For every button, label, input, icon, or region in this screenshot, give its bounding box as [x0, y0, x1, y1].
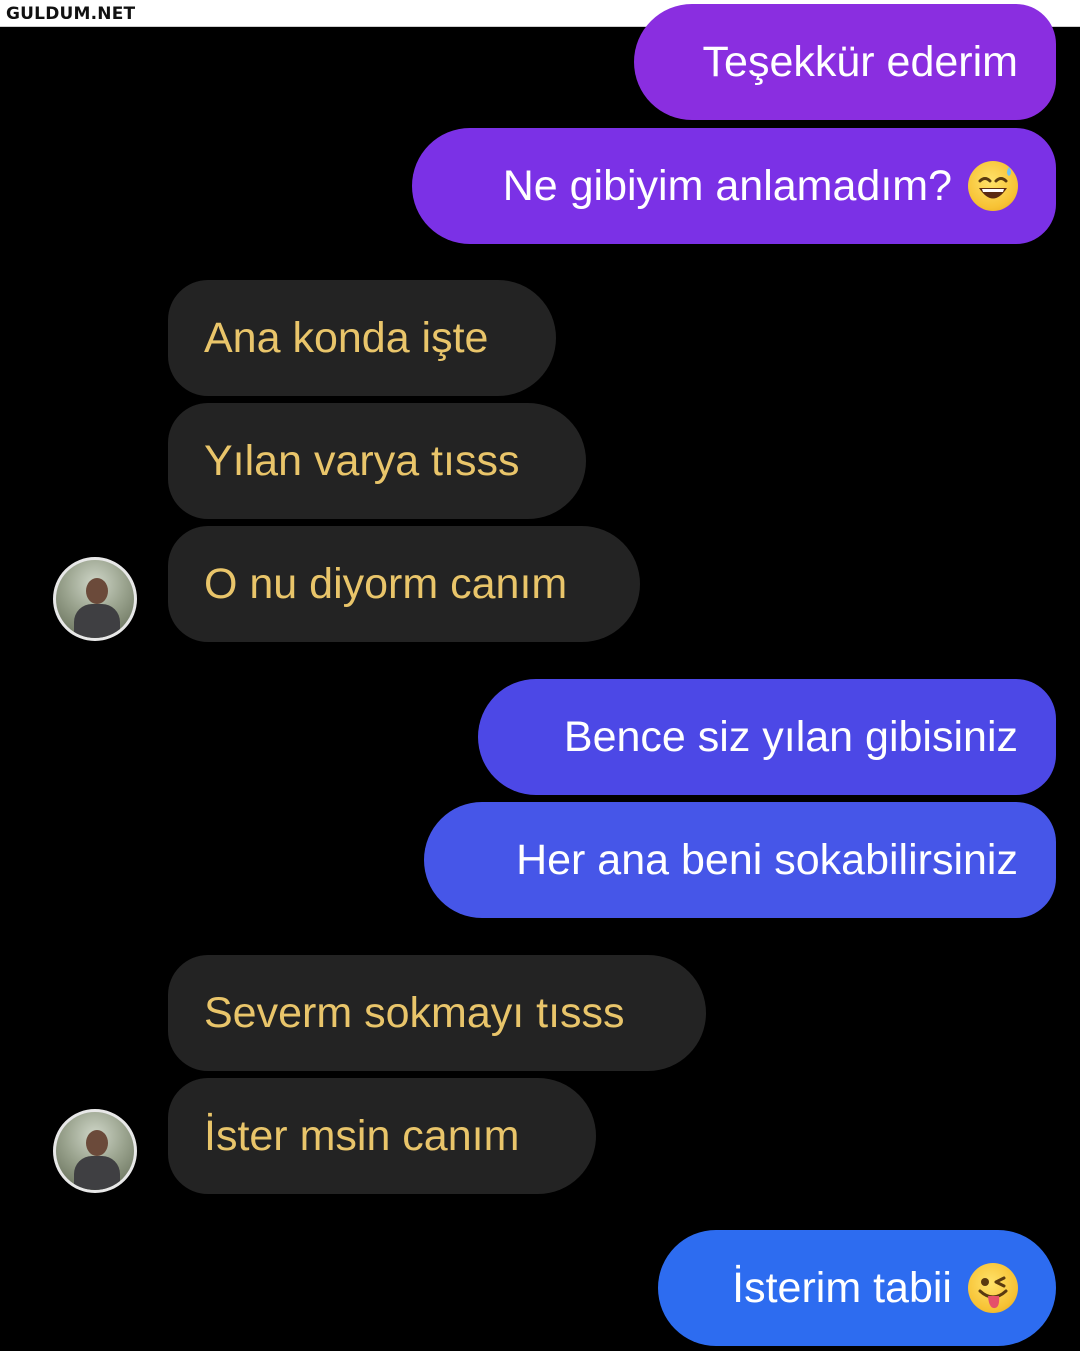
winking-tongue-emoji-icon	[968, 1263, 1018, 1313]
watermark-text: GULDUM.NET	[6, 4, 136, 24]
message-text: Teşekkür ederim	[702, 37, 1018, 86]
avatar-head	[86, 1130, 108, 1156]
message-text: İsterim tabii	[732, 1263, 952, 1312]
message-bubble-incoming[interactable]: Ana konda işte	[168, 280, 556, 396]
avatar-body	[74, 1156, 120, 1190]
message-bubble-incoming[interactable]: O nu diyorm canım	[168, 526, 640, 642]
message-bubble-incoming[interactable]: Severm sokmayı tısss	[168, 955, 706, 1071]
message-bubble-outgoing[interactable]: Teşekkür ederim	[634, 4, 1056, 120]
grinning-sweat-emoji-icon	[968, 161, 1018, 211]
message-text: Ne gibiyim anlamadım?	[502, 161, 952, 210]
message-bubble-outgoing[interactable]: Ne gibiyim anlamadım?	[412, 128, 1056, 244]
message-bubble-incoming[interactable]: Yılan varya tısss	[168, 403, 586, 519]
message-bubble-outgoing[interactable]: Bence siz yılan gibisiniz	[478, 679, 1056, 795]
message-text: Ana konda işte	[204, 313, 489, 362]
message-text: İster msin canım	[204, 1111, 520, 1160]
message-bubble-incoming[interactable]: İster msin canım	[168, 1078, 596, 1194]
message-text: Her ana beni sokabilirsiniz	[516, 835, 1018, 884]
contact-avatar[interactable]	[53, 1109, 137, 1193]
avatar-body	[74, 604, 120, 638]
contact-avatar[interactable]	[53, 557, 137, 641]
message-text: Severm sokmayı tısss	[204, 988, 625, 1037]
message-bubble-outgoing[interactable]: İsterim tabii	[658, 1230, 1056, 1346]
message-bubble-outgoing[interactable]: Her ana beni sokabilirsiniz	[424, 802, 1056, 918]
message-text: O nu diyorm canım	[204, 559, 568, 608]
message-text: Yılan varya tısss	[204, 436, 520, 485]
avatar-head	[86, 578, 108, 604]
message-text: Bence siz yılan gibisiniz	[563, 712, 1018, 761]
